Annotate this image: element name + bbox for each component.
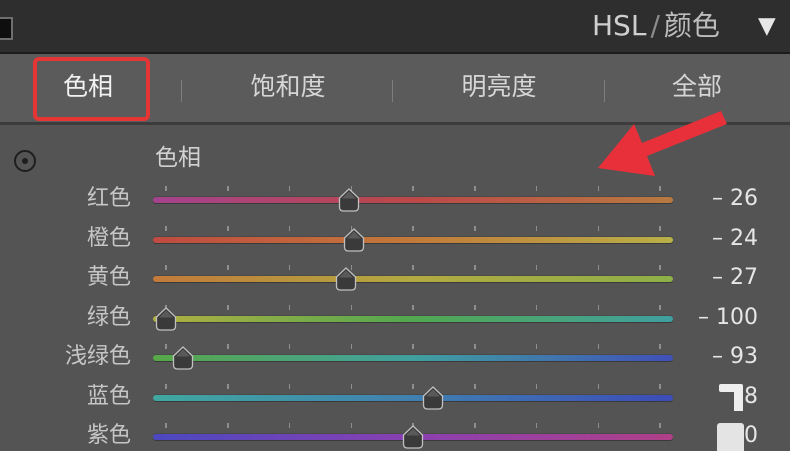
slider-value-orange[interactable]: – 24 (660, 225, 758, 253)
tab-saturation[interactable]: 饱和度 (198, 54, 378, 122)
section-heading: 色相 (155, 145, 201, 171)
panel-toggle-icon[interactable] (0, 17, 13, 40)
tick-mark (288, 344, 291, 349)
slider-track-green[interactable] (153, 315, 673, 322)
slider-value-aqua[interactable]: – 93 (660, 343, 758, 371)
tick-mark (474, 186, 476, 191)
slider-value-green[interactable]: – 100 (660, 304, 758, 332)
slider-thumb-green[interactable] (155, 306, 177, 331)
slider-value-red[interactable]: – 26 (660, 185, 758, 213)
overlay-patch (717, 423, 744, 451)
tab-hue[interactable]: 色相 (38, 54, 138, 122)
tick-mark (350, 383, 352, 389)
tick-mark (474, 383, 476, 389)
tick-mark (412, 225, 414, 231)
tick-mark (227, 225, 229, 231)
tick-mark (288, 225, 291, 231)
tick-mark (597, 304, 599, 310)
tick-mark (165, 186, 167, 191)
tick-mark (535, 344, 538, 349)
target-adjustment-icon[interactable] (14, 150, 36, 172)
tick-mark (227, 186, 229, 191)
slider-thumb-purple[interactable] (402, 425, 424, 449)
slider-label-yellow: 黄色 (86, 265, 131, 290)
slider-label-blue: 蓝色 (86, 383, 131, 409)
tab-separator (604, 80, 605, 102)
tick-mark (412, 383, 414, 389)
tab-separator (392, 80, 393, 102)
tick-mark (412, 304, 414, 310)
slider-thumb-orange[interactable] (343, 227, 365, 252)
collapse-triangle-icon[interactable]: ▼ (758, 9, 776, 43)
tab-separator (181, 80, 182, 102)
tick-mark (227, 265, 229, 270)
tick-mark (535, 383, 538, 389)
overlay-patch (734, 388, 743, 411)
tick-mark (535, 265, 538, 270)
slider-thumb-aqua[interactable] (172, 346, 194, 370)
title-separator: / (650, 9, 660, 42)
target-dot (22, 158, 28, 164)
tick-mark (350, 304, 352, 310)
tick-mark (597, 265, 599, 270)
tick-mark (288, 265, 291, 270)
tick-mark (227, 344, 229, 349)
tick-mark (597, 383, 599, 389)
slider-track-orange[interactable] (153, 236, 673, 243)
slider-label-purple: 紫色 (86, 423, 131, 448)
tabbar-divider (0, 122, 790, 125)
slider-label-orange: 橙色 (86, 225, 131, 251)
slider-value-blue[interactable]: 8 (660, 383, 758, 411)
tick-mark (474, 265, 476, 270)
title-color[interactable]: 颜色 (664, 8, 720, 44)
panel-title[interactable]: HSL / 颜色 (592, 8, 720, 44)
tab-bar: 色相 饱和度 明亮度 全部 (0, 54, 790, 122)
tick-mark (165, 423, 167, 428)
tick-mark (165, 344, 167, 349)
tick-mark (597, 344, 599, 349)
slider-thumb-blue[interactable] (422, 385, 444, 410)
slider-track-yellow[interactable] (153, 276, 673, 282)
tick-mark (350, 423, 352, 428)
tab-all[interactable]: 全部 (620, 54, 774, 122)
slider-track-aqua[interactable] (153, 355, 673, 361)
slider-label-aqua: 浅绿色 (64, 344, 131, 369)
title-hsl[interactable]: HSL (592, 8, 646, 44)
slider-thumb-yellow[interactable] (335, 267, 357, 291)
slider-value-yellow[interactable]: – 27 (660, 264, 758, 292)
tick-mark (412, 186, 414, 191)
tick-mark (412, 265, 414, 270)
slider-label-red: 红色 (86, 186, 131, 211)
tab-luminance[interactable]: 明亮度 (409, 54, 589, 122)
slider-label-green: 绿色 (86, 304, 131, 330)
tick-mark (535, 225, 538, 231)
tick-mark (474, 225, 476, 231)
tick-mark (535, 186, 538, 191)
tick-mark (227, 423, 229, 428)
slider-track-red[interactable] (153, 197, 673, 203)
tick-mark (535, 304, 538, 310)
tick-mark (350, 344, 352, 349)
slider-thumb-red[interactable] (338, 188, 360, 212)
tick-mark (288, 186, 291, 191)
tick-mark (474, 344, 476, 349)
tick-mark (597, 186, 599, 191)
tick-mark (288, 383, 291, 389)
tick-mark (165, 383, 167, 389)
tick-mark (474, 304, 476, 310)
tick-mark (597, 423, 599, 428)
tick-mark (412, 344, 414, 349)
tick-mark (597, 225, 599, 231)
tick-mark (474, 423, 476, 428)
tick-mark (288, 304, 291, 310)
tick-mark (535, 423, 538, 428)
tick-mark (288, 423, 291, 428)
slider-track-blue[interactable] (153, 394, 673, 401)
tick-mark (165, 265, 167, 270)
tick-mark (227, 383, 229, 389)
tick-mark (227, 304, 229, 310)
tick-mark (165, 225, 167, 231)
